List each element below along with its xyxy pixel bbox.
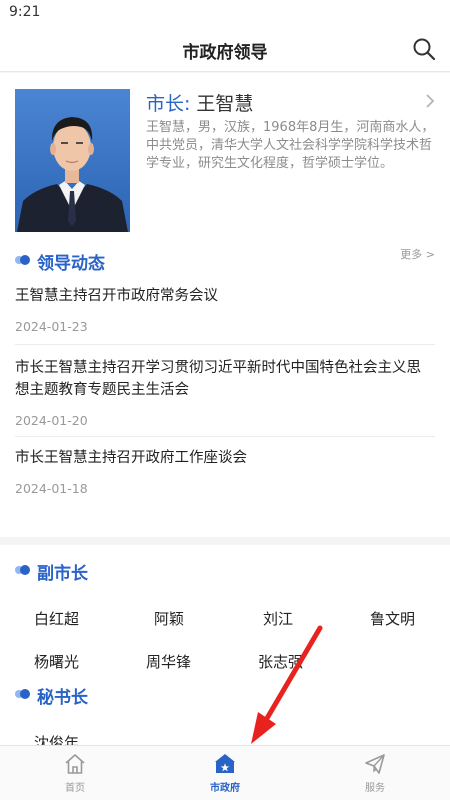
leader-name[interactable]: 周华锋 xyxy=(146,651,191,672)
page-title: 市政府领导 xyxy=(182,43,268,63)
deputies-card: 副市长 白红超 阿颖 刘江 鲁文明 杨曙光 周华锋 张志强 秘书长 沈俊年 xyxy=(0,545,450,745)
tab-service[interactable]: 服务 xyxy=(335,752,415,798)
top-header: 市政府领导 xyxy=(0,28,450,72)
paper-plane-icon xyxy=(365,754,385,774)
leader-name[interactable]: 鲁文明 xyxy=(370,608,415,629)
leader-name[interactable]: 阿颖 xyxy=(154,608,184,629)
bottom-tab-bar: 首页 市政府 服务 xyxy=(0,745,450,800)
news-date: 2024-01-23 xyxy=(15,319,88,334)
tab-government[interactable]: 市政府 xyxy=(185,752,265,798)
leader-name[interactable]: 沈俊年 xyxy=(34,732,79,745)
mayor-heading[interactable]: 市长: 王智慧 xyxy=(146,89,253,116)
mayor-portrait-image xyxy=(15,89,130,232)
home-icon xyxy=(65,754,85,774)
mayor-bio: 王智慧，男，汉族，1968年8月生，河南商水人，中共党员，清华大学人文社会科学学… xyxy=(146,120,435,171)
section-dots-icon xyxy=(15,689,33,699)
leader-name[interactable]: 刘江 xyxy=(263,608,293,629)
mayor-name: 王智慧 xyxy=(196,93,254,115)
section-dots-icon xyxy=(15,255,33,265)
section-dots-icon xyxy=(15,565,33,575)
news-title: 市长王智慧主持召开学习贯彻习近平新时代中国特色社会主义思想主题教育专题民主生活会 xyxy=(15,360,421,398)
government-icon xyxy=(215,754,235,773)
search-icon[interactable] xyxy=(412,37,436,61)
news-date: 2024-01-20 xyxy=(15,413,88,428)
mayor-role: 市长: xyxy=(146,93,191,115)
status-bar: 9:21 xyxy=(0,0,450,28)
news-item[interactable]: 市长王智慧主持召开学习贯彻习近平新时代中国特色社会主义思想主题教育专题民主生活会… xyxy=(15,357,435,437)
news-title: 市长王智慧主持召开政府工作座谈会 xyxy=(15,450,247,466)
more-link[interactable]: 更多 > xyxy=(400,246,435,262)
leader-name[interactable]: 张志强 xyxy=(258,651,303,672)
tab-home[interactable]: 首页 xyxy=(35,752,115,798)
secretary-section-title: 秘书长 xyxy=(37,688,88,708)
leaders-card: 市长: 王智慧 王智慧，男，汉族，1968年8月生，河南商水人，中共党员，清华大学… xyxy=(0,73,450,537)
leader-name[interactable]: 白红超 xyxy=(34,608,79,629)
news-section-title: 领导动态 xyxy=(37,254,105,274)
tab-label: 首页 xyxy=(65,783,85,794)
app-screen: 9:21 市政府领导 市长: 王智慧 王智慧，男，汉族，1968年8月生，河南商… xyxy=(0,0,450,800)
mayor-photo[interactable] xyxy=(15,89,130,232)
news-date: 2024-01-18 xyxy=(15,481,88,496)
status-time: 9:21 xyxy=(9,4,41,20)
chevron-right-icon[interactable] xyxy=(424,93,436,109)
tab-label: 服务 xyxy=(365,783,385,794)
news-item[interactable]: 王智慧主持召开市政府常务会议 2024-01-23 xyxy=(15,285,435,345)
vice-mayor-section-title: 副市长 xyxy=(37,564,88,584)
leader-name[interactable]: 杨曙光 xyxy=(34,651,79,672)
news-item[interactable]: 市长王智慧主持召开政府工作座谈会 2024-01-18 xyxy=(15,447,435,507)
news-title: 王智慧主持召开市政府常务会议 xyxy=(15,288,218,304)
tab-label: 市政府 xyxy=(210,783,240,794)
